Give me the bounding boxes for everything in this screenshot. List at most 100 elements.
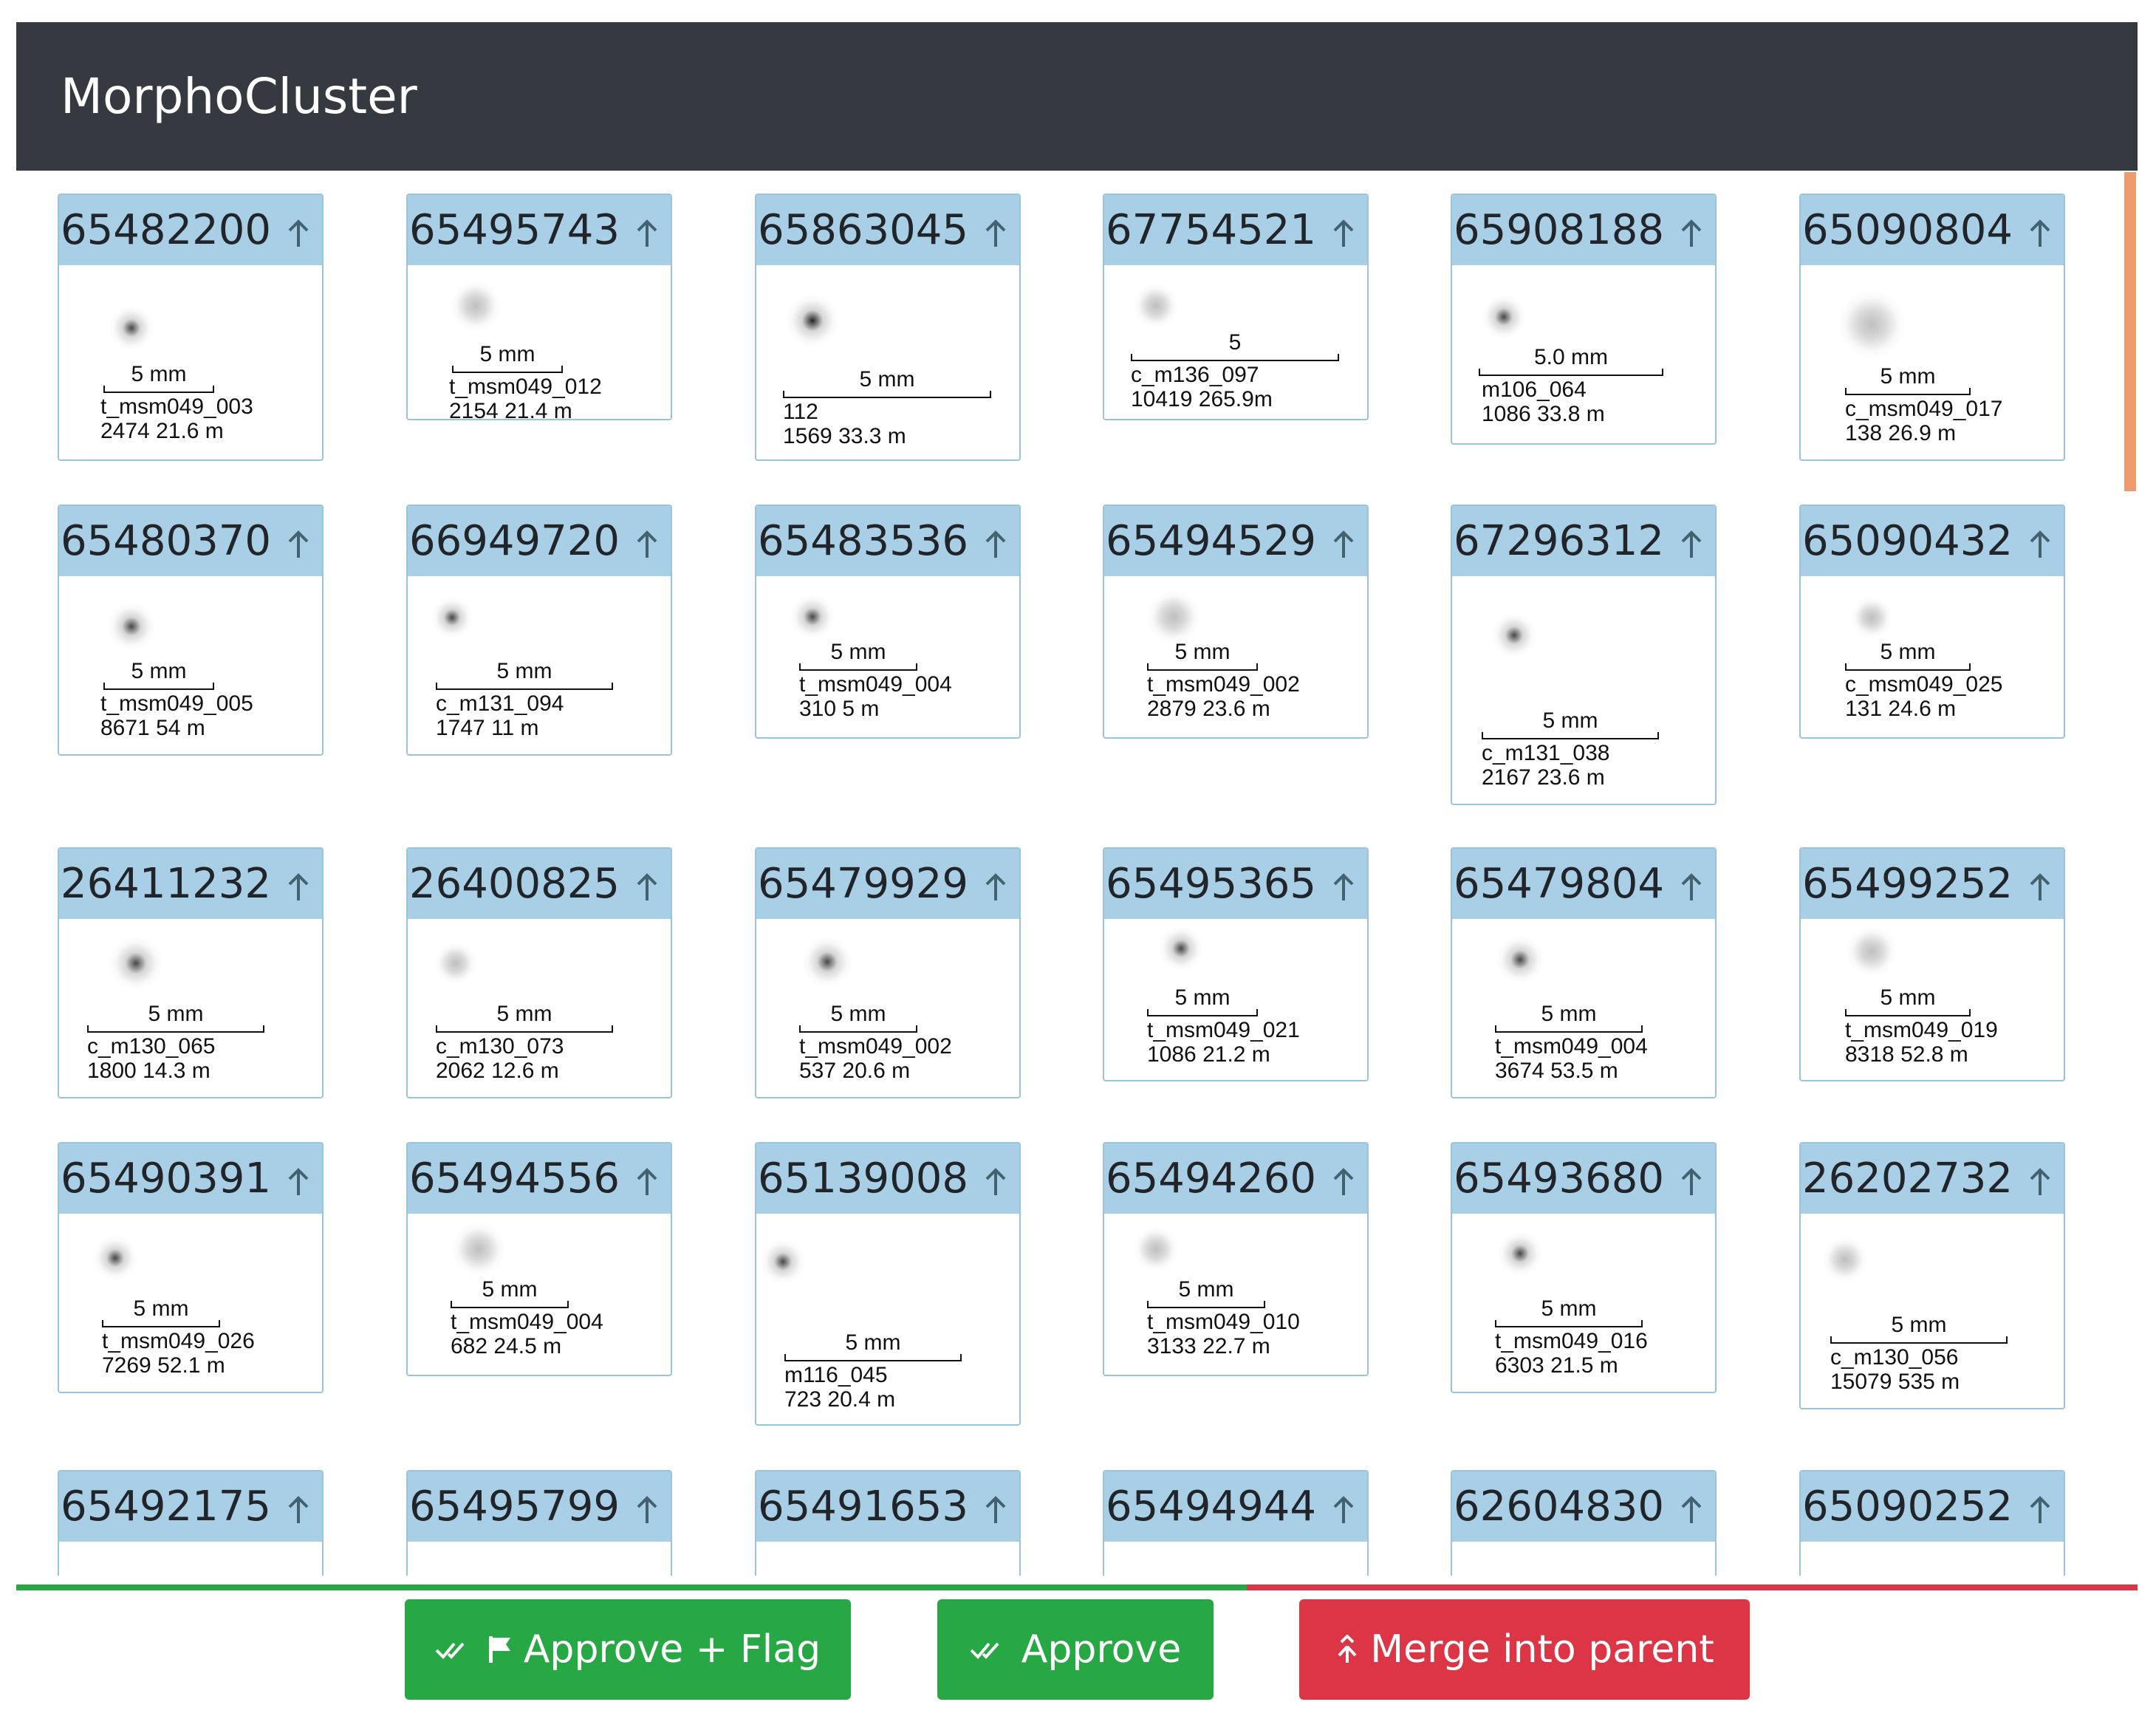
object-image: 5 mm c_msm049_025 131 24.6 m xyxy=(1801,576,2064,737)
object-id: 26202732 xyxy=(1802,1155,2013,1203)
object-card[interactable]: 65494260 5 mm t_msm049_010 3133 22.7 m xyxy=(1103,1142,1369,1376)
image-caption-line: t_msm049_016 xyxy=(1495,1329,1648,1353)
card-header: 62604830 xyxy=(1452,1471,1715,1542)
arrow-up-icon[interactable] xyxy=(1677,1166,1706,1198)
image-caption-line: c_m131_094 xyxy=(436,691,564,716)
image-caption-line: t_msm049_021 xyxy=(1147,1018,1300,1042)
scale-bar xyxy=(436,1025,613,1033)
arrow-up-icon[interactable] xyxy=(2025,528,2055,561)
card-header: 66949720 xyxy=(408,506,671,576)
scrollbar-thumb[interactable] xyxy=(2124,172,2136,491)
object-card[interactable]: 65499252 5 mm t_msm049_019 8318 52.8 m xyxy=(1799,847,2065,1081)
object-card[interactable]: 65492175 xyxy=(58,1470,324,1576)
arrow-up-icon[interactable] xyxy=(1329,217,1358,250)
object-image: 5 mm m116_045 723 20.4 m xyxy=(756,1214,1019,1424)
arrow-up-icon[interactable] xyxy=(1329,1494,1358,1526)
arrow-up-icon[interactable] xyxy=(284,528,313,561)
image-caption-line: 15079 535 m xyxy=(1830,1370,1960,1394)
object-id: 65090432 xyxy=(1802,517,2013,565)
object-card[interactable]: 62604830 xyxy=(1451,1470,1717,1576)
image-caption-line: c_m131_038 xyxy=(1482,741,1610,765)
arrow-up-icon[interactable] xyxy=(632,217,662,250)
object-id: 67296312 xyxy=(1454,517,1665,565)
image-caption-line: 112 xyxy=(783,400,818,424)
scale-label: 5 mm xyxy=(1174,640,1231,664)
object-id: 65480370 xyxy=(61,517,272,565)
object-card[interactable]: 65493680 5 mm t_msm049_016 6303 21.5 m xyxy=(1451,1142,1717,1393)
arrow-up-icon[interactable] xyxy=(1329,528,1358,561)
object-card[interactable]: 26202732 5 mm c_m130_056 15079 535 m xyxy=(1799,1142,2065,1409)
arrow-up-icon[interactable] xyxy=(981,1494,1010,1526)
arrow-up-icon[interactable] xyxy=(632,1166,662,1198)
arrow-up-icon[interactable] xyxy=(284,217,313,250)
specimen-blob xyxy=(1823,1237,1867,1282)
object-card[interactable]: 26400825 5 mm c_m130_073 2062 12.6 m xyxy=(406,847,672,1098)
specimen-blob xyxy=(1134,1227,1178,1271)
arrow-up-icon[interactable] xyxy=(1677,528,1706,561)
specimen-blob xyxy=(451,281,501,331)
scale-label: 5 mm xyxy=(859,367,915,392)
object-card[interactable]: 67296312 5 mm c_m131_038 2167 23.6 m xyxy=(1451,505,1717,805)
specimen-blob xyxy=(1134,284,1178,328)
object-card[interactable]: 65494556 5 mm t_msm049_004 682 24.5 m xyxy=(406,1142,672,1376)
arrow-up-icon[interactable] xyxy=(284,871,313,903)
arrow-up-icon[interactable] xyxy=(1677,871,1706,903)
arrow-up-icon[interactable] xyxy=(981,871,1010,903)
specimen-blob xyxy=(1159,926,1203,971)
object-card[interactable]: 65494944 xyxy=(1103,1470,1369,1576)
object-id: 65479804 xyxy=(1454,860,1665,908)
scale-bar xyxy=(1845,388,1971,395)
object-card[interactable]: 65495799 xyxy=(406,1470,672,1576)
arrow-up-icon[interactable] xyxy=(632,871,662,903)
merge-into-parent-button[interactable]: Merge into parent xyxy=(1299,1599,1750,1700)
object-card[interactable]: 65090804 5 mm c_msm049_017 138 26.9 m xyxy=(1799,194,2065,461)
arrow-up-icon[interactable] xyxy=(1329,1166,1358,1198)
arrow-up-icon[interactable] xyxy=(981,217,1010,250)
object-card[interactable]: 65494529 5 mm t_msm049_002 2879 23.6 m xyxy=(1103,505,1369,739)
image-caption-line: t_msm049_002 xyxy=(1147,672,1300,697)
arrow-up-icon[interactable] xyxy=(284,1166,313,1198)
arrow-up-icon[interactable] xyxy=(1677,1494,1706,1526)
approve-button[interactable]: Approve xyxy=(937,1599,1214,1700)
object-card[interactable]: 65479929 5 mm t_msm049_002 537 20.6 m xyxy=(755,847,1021,1098)
image-caption-line: c_msm049_025 xyxy=(1845,672,2003,697)
arrow-up-icon[interactable] xyxy=(2025,1494,2055,1526)
object-card[interactable]: 67754521 5 c_m136_097 10419 265.9m xyxy=(1103,194,1369,420)
image-caption-line: m106_064 xyxy=(1482,377,1587,402)
scale-label: 5 xyxy=(1228,330,1242,355)
arrow-up-icon[interactable] xyxy=(1677,217,1706,250)
approve-flag-button[interactable]: Approve + Flag xyxy=(405,1599,851,1700)
object-card[interactable]: 65490391 5 mm t_msm049_026 7269 52.1 m xyxy=(58,1142,324,1393)
arrow-up-icon[interactable] xyxy=(632,1494,662,1526)
arrow-up-icon[interactable] xyxy=(1329,871,1358,903)
object-grid[interactable]: 65482200 5 mm t_msm049_003 2474 21.6 m 65495… xyxy=(16,171,2138,1576)
image-caption-line: t_msm049_003 xyxy=(100,394,253,419)
specimen-blob xyxy=(109,937,162,990)
object-card[interactable]: 65483536 5 mm t_msm049_004 310 5 m xyxy=(755,505,1021,739)
object-card[interactable]: 65482200 5 mm t_msm049_003 2474 21.6 m xyxy=(58,194,324,461)
card-header: 65863045 xyxy=(756,195,1019,265)
object-card[interactable]: 66949720 5 mm c_m131_094 1747 11 m xyxy=(406,505,672,756)
arrow-up-icon[interactable] xyxy=(632,528,662,561)
object-card[interactable]: 65495365 5 mm t_msm049_021 1086 21.2 m xyxy=(1103,847,1369,1081)
arrow-up-icon[interactable] xyxy=(2025,871,2055,903)
object-card[interactable]: 26411232 5 mm c_m130_065 1800 14.3 m xyxy=(58,847,324,1098)
arrow-up-icon[interactable] xyxy=(284,1494,313,1526)
arrow-up-icon[interactable] xyxy=(981,528,1010,561)
arrow-up-icon[interactable] xyxy=(981,1166,1010,1198)
object-card[interactable]: 65139008 5 mm m116_045 723 20.4 m xyxy=(755,1142,1021,1426)
image-caption-line: 1569 33.3 m xyxy=(783,424,906,448)
object-card[interactable]: 65480370 5 mm t_msm049_005 8671 54 m xyxy=(58,505,324,756)
specimen-blob xyxy=(1496,936,1544,983)
card-header: 65495743 xyxy=(408,195,671,265)
object-card[interactable]: 65863045 5 mm 112 1569 33.3 m xyxy=(755,194,1021,461)
object-card[interactable]: 65090252 xyxy=(1799,1470,2065,1576)
object-card[interactable]: 65908188 5.0 mm m106_064 1086 33.8 m xyxy=(1451,194,1717,445)
object-card[interactable]: 65090432 5 mm c_msm049_025 131 24.6 m xyxy=(1799,505,2065,739)
object-card[interactable]: 65479804 5 mm t_msm049_004 3674 53.5 m xyxy=(1451,847,1717,1098)
arrow-up-icon[interactable] xyxy=(2025,1166,2055,1198)
object-card[interactable]: 65495743 5 mm t_msm049_012 2154 21.4 m xyxy=(406,194,672,420)
object-image: 5 mm c_m131_038 2167 23.6 m xyxy=(1452,576,1715,804)
object-card[interactable]: 65491653 xyxy=(755,1470,1021,1576)
arrow-up-icon[interactable] xyxy=(2025,217,2055,250)
